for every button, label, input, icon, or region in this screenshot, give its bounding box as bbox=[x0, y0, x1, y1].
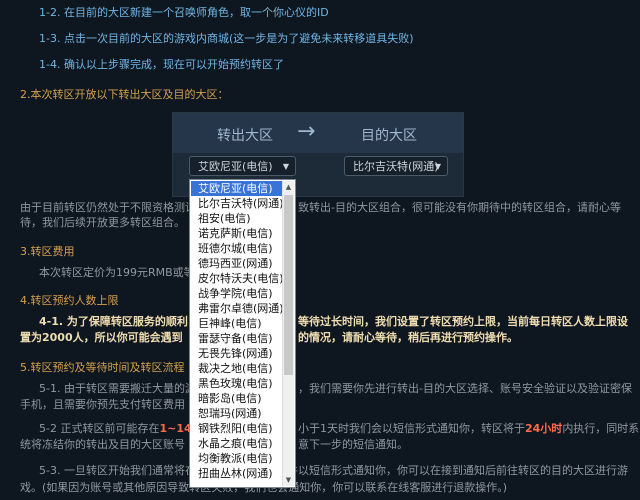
section-2-heading: 2.本次转区开放以下转出大区及目的大区： bbox=[20, 88, 229, 101]
flow-line-d-1: 统将冻结你的转出及目的大区账号 bbox=[20, 438, 185, 451]
dropdown-option[interactable]: 巨神峰(电信) bbox=[191, 316, 283, 331]
to-region-label: 目的大区 bbox=[361, 128, 417, 144]
dropdown-option[interactable]: 德玛西亚(网通) bbox=[191, 256, 283, 271]
dropdown-option[interactable]: 诺克萨斯(电信) bbox=[191, 226, 283, 241]
from-region-dropdown-list[interactable]: 艾欧尼亚(电信) 比尔吉沃特(网通) 祖安(电信) 诺克萨斯(电信) 班德尔城(… bbox=[189, 179, 296, 488]
scroll-up-arrow-icon[interactable]: ▲ bbox=[283, 181, 294, 193]
scroll-down-arrow-icon[interactable]: ▼ bbox=[283, 474, 294, 486]
dropdown-option[interactable]: 皮尔特沃夫(电信) bbox=[191, 271, 283, 286]
dropdown-option[interactable]: 弗雷尔卓德(网通) bbox=[191, 301, 283, 316]
dropdown-option[interactable]: 水晶之痕(电信) bbox=[191, 436, 283, 451]
dropdown-option[interactable]: 恕瑞玛(网通) bbox=[191, 406, 283, 421]
from-region-select[interactable]: 艾欧尼亚(电信) ▼ bbox=[189, 156, 296, 176]
dropdown-scrollbar[interactable]: ▲ ▼ bbox=[282, 181, 294, 486]
note-line-a-2: 致转出-目的大区组合，很可能没有你期待中的转区组合，请耐心等 bbox=[298, 201, 621, 214]
dropdown-option[interactable]: 裁决之地(电信) bbox=[191, 361, 283, 376]
dropdown-option[interactable]: 战争学院(电信) bbox=[191, 286, 283, 301]
flow-line-b-1: 手机，且需要你预先支付转区费用 bbox=[20, 398, 185, 411]
flow-line-c-text-2: 小于1天时我们会以短信形式通知你，转区将于 bbox=[298, 422, 525, 435]
from-region-value: 艾欧尼亚(电信) bbox=[198, 160, 273, 173]
flow-line-d-2: 意下一步的短信通知。 bbox=[298, 438, 408, 451]
flow-line-c-2: 小于1天时我们会以短信形式通知你，转区将于24小时内执行，同时系 bbox=[298, 420, 639, 436]
limit-line-b-2: 的情况，请耐心等待，稍后再进行预约操作。 bbox=[298, 331, 518, 344]
section-4-heading: 4.转区预约人数上限 bbox=[20, 294, 119, 307]
dropdown-option[interactable]: 比尔吉沃特(网通) bbox=[191, 196, 283, 211]
transfer-panel-header: 转出大区 → 目的大区 bbox=[173, 113, 463, 153]
dropdown-option[interactable]: 扭曲丛林(网通) bbox=[191, 466, 283, 481]
to-region-select[interactable]: 比尔吉沃特(网通) ▼ bbox=[344, 156, 448, 176]
limit-line-b-1: 置为2000人，所以你可能会遇到 bbox=[20, 331, 183, 344]
flow-line-e: 5-3. 一旦转区开始我们通常将在72小时内完成转区并以短信形式通知你，你可以在… bbox=[39, 464, 628, 477]
flow-line-a-1: 5-1. 由于转区需要搬迁大量的游 bbox=[39, 382, 196, 395]
step-1-3: 1-3. 点击一次目前的大区的游戏内商城(这一步是为了避免未来转移道具失败) bbox=[39, 32, 414, 45]
section-3-heading: 3.转区费用 bbox=[20, 245, 75, 258]
from-region-label: 转出大区 bbox=[217, 128, 273, 144]
dropdown-option[interactable]: 暗影岛(电信) bbox=[191, 391, 283, 406]
step-1-4: 1-4. 确认以上步骤完成，现在可以开始预约转区了 bbox=[39, 58, 284, 71]
dropdown-option[interactable]: 班德尔城(电信) bbox=[191, 241, 283, 256]
flow-line-c-1: 5-2 正式转区前可能存在1~14天 bbox=[39, 420, 203, 436]
chevron-down-icon: ▼ bbox=[282, 162, 289, 171]
step-1-2: 1-2. 在目前的大区新建一个召唤师角色，取一个你心仪的ID bbox=[39, 6, 329, 19]
flow-line-a-2: ，我们需要你先进行转出-目的大区选择、账号安全验证以及验证密保 bbox=[298, 382, 632, 395]
flow-line-c-text-3: 内执行，同时系 bbox=[562, 422, 640, 435]
chevron-down-icon: ▼ bbox=[434, 162, 441, 171]
dropdown-option[interactable]: 雷瑟守备(电信) bbox=[191, 331, 283, 346]
dropdown-option[interactable]: 艾欧尼亚(电信) bbox=[191, 181, 283, 196]
to-region-value: 比尔吉沃特(网通) bbox=[353, 160, 439, 173]
note-line-a-1: 由于目前转区仍然处于不限资格测试 bbox=[20, 201, 196, 214]
dropdown-option[interactable]: 黑色玫瑰(电信) bbox=[191, 376, 283, 391]
arrow-right-icon: → bbox=[297, 119, 316, 144]
dropdown-option[interactable]: 祖安(电信) bbox=[191, 211, 283, 226]
limit-line-a-2: 等待过长时间，我们设置了转区预约上限，当前每日转区人数上限设 bbox=[298, 315, 628, 328]
scrollbar-thumb[interactable] bbox=[284, 195, 293, 375]
section-5-heading: 5.转区预约及等待时间及转区流程 bbox=[20, 361, 185, 374]
flow-line-c-text: 5-2 正式转区前可能存在 bbox=[39, 422, 160, 435]
limit-line-a-1: 4-1. 为了保障转区服务的顺利 bbox=[39, 315, 188, 328]
dropdown-option[interactable]: 无畏先锋(网通) bbox=[191, 346, 283, 361]
dropdown-option[interactable]: 钢铁烈阳(电信) bbox=[191, 421, 283, 436]
dropdown-option[interactable]: 均衡教派(电信) bbox=[191, 451, 283, 466]
hours-highlight: 24小时 bbox=[525, 422, 563, 435]
fee-text: 本次转区定价为199元RMB或等价 bbox=[39, 266, 206, 279]
note-line-b: 待，我们后续开放更多转区组合。 bbox=[20, 216, 185, 229]
